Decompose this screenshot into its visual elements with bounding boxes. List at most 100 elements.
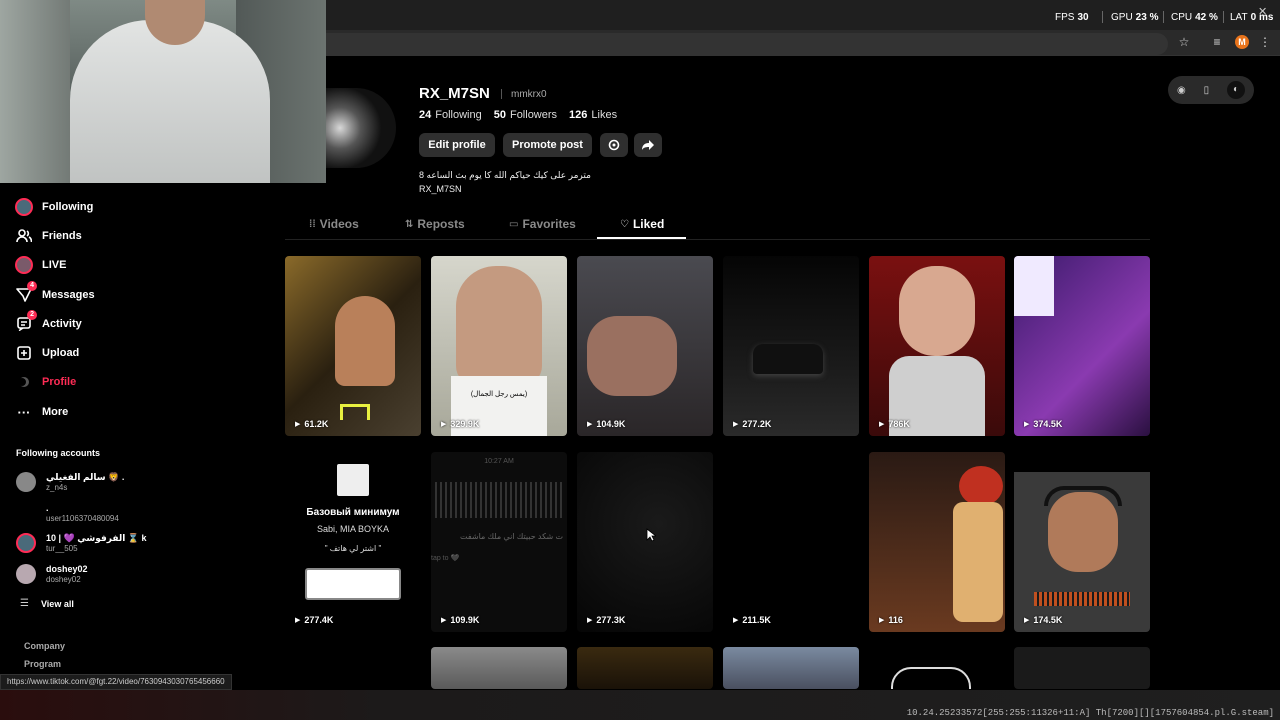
following-account[interactable]: doshey02 doshey02 [16,562,88,586]
video-thumbnail-figure [953,502,1003,622]
video-tile[interactable]: ▶ 786K [869,256,1005,436]
video-thumbnail-figure [335,296,395,386]
video-tile[interactable] [723,647,859,689]
following-account[interactable]: سالم الفغيلي 🦁 . z_n4s [16,470,124,494]
tab-videos[interactable]: ⁞⁞ Videos [309,217,359,231]
following-account[interactable]: 10 | 💜 الفرفوشي ⌛ k tur__505 [16,531,147,555]
sidebar-item-messages[interactable]: 4 Messages [14,281,95,306]
profile-stats: 24 Following 50 Followers 126 Likes [419,109,617,121]
video-tile[interactable]: ▶ 374.5K [1014,256,1150,436]
avatar [16,564,36,584]
star-icon[interactable]: ☆ [1176,34,1192,50]
tab-liked[interactable]: ♡ Liked [620,217,664,231]
dark-mode-icon[interactable]: ◐ [1227,81,1246,99]
chat-time: 10:27 AM [484,458,514,465]
sidebar-item-live[interactable]: LIVE [14,254,66,276]
sidebar-item-label: Messages [42,289,95,301]
song-lyric: " اشتر لي هاتف " [324,544,382,553]
video-tile[interactable]: ▶ 61.2K [285,256,421,436]
avatar [16,533,36,553]
gpu-readout: GPU 23 % [1111,12,1159,23]
account-username: tur__505 [46,543,78,553]
headphones-graphic [1044,486,1122,506]
promote-post-button[interactable]: Promote post [503,133,592,157]
webcam-overlay [0,0,326,183]
browser-profile-avatar[interactable]: M [1235,35,1249,49]
sidebar-item-more[interactable]: ··· More [14,401,69,423]
activity-icon: 2 [14,310,37,334]
video-thumbnail-hair [959,466,1003,506]
video-tile[interactable]: ▶ 174.5K [1014,452,1150,632]
video-tile[interactable]: Базовый минимум Sabi, MIA BOYKA " اشتر ل… [285,452,421,632]
following-account[interactable]: . user1106370480094 [16,501,119,525]
sidebar-item-following[interactable]: Following [14,196,93,218]
divider [501,89,502,99]
play-icon: ▶ [441,421,447,428]
view-all-label: View all [40,598,74,609]
video-tile[interactable]: 10:27 AM ت شكد حبيتك اني ملك ماشفت tap t… [431,452,567,632]
sidebar-item-upload[interactable]: Upload [14,342,79,364]
profile-bio: مترمر على كيك حياكم الله كا يوم بث الساع… [419,168,591,196]
sidebar-item-profile[interactable]: Profile [14,371,76,393]
video-tile[interactable] [431,647,567,689]
song-artist: Sabi, MIA BOYKA [316,524,390,534]
view-count: ▶ 109.9K [441,615,480,625]
video-tile[interactable]: ▶ 277.3K [577,452,713,632]
followers-stat[interactable]: 50 Followers [494,109,557,121]
friends-icon [14,226,34,246]
video-tile[interactable]: ▶ 116 [869,452,1005,632]
profile-icon [14,372,34,392]
view-all-link[interactable]: ☰ View all [20,598,74,609]
video-thumbnail-face [456,266,542,386]
settings-button[interactable] [600,133,628,157]
view-count: ▶ 61.2K [295,419,329,429]
play-icon: ▶ [441,617,447,624]
live-icon [14,255,34,275]
video-tile[interactable] [577,647,713,689]
view-count: ▶ 329.9K [441,419,480,429]
webcam-chair [0,0,70,183]
video-tile[interactable]: ▶ 211.5K [723,452,859,632]
tab-reposts[interactable]: ⇅ Reposts [405,217,465,231]
edit-profile-button[interactable]: Edit profile [419,133,495,157]
tab-favorites[interactable]: ▭ Favorites [509,217,576,231]
phone-icon[interactable]: ▯ [1204,85,1210,96]
sidebar-item-label: Following [42,201,94,213]
playlist-icon[interactable]: ≡ [1209,34,1225,50]
video-tile[interactable]: ▶ 104.9K [577,256,713,436]
sidebar-item-activity[interactable]: 2 Activity [14,310,82,335]
sidebar-item-label: Activity [42,318,82,330]
share-button[interactable] [634,133,662,157]
view-count: ▶ 174.5K [1024,615,1063,625]
account-name: سالم الفغيلي 🦁 . [46,471,125,482]
video-thumbnail-logo [340,404,370,420]
close-icon[interactable]: ✕ [1258,5,1267,18]
following-stat[interactable]: 24 Following [419,109,482,121]
video-tile[interactable]: (يمس رجل الجمال) ▶ 329.9K [431,256,567,436]
sidebar-item-friends[interactable]: Friends [14,225,82,247]
sidebar-item-label: LIVE [42,259,67,271]
view-count: ▶ 211.5K [733,615,771,625]
video-thumbnail-outline [891,667,971,689]
play-icon: ▶ [733,421,739,428]
video-tile[interactable] [1014,647,1150,689]
view-count: ▶ 104.9K [587,419,626,429]
video-caption: (يمس رجل الجمال) [470,391,528,398]
list-icon: ☰ [20,598,29,609]
mouse-cursor-icon [646,528,656,542]
account-name: . [46,502,49,513]
profile-handle: mmkrx0 [511,89,547,100]
play-icon: ▶ [295,421,301,428]
messages-icon: 4 [14,281,37,305]
kebab-menu-icon[interactable]: ⋮ [1257,34,1273,50]
account-name: doshey02 [46,563,88,574]
video-tile[interactable]: ▶ 277.2K [723,256,859,436]
sidebar-item-label: More [42,406,69,418]
account-name: 10 | 💜 الفرفوشي ⌛ k [46,532,147,543]
play-icon: ▶ [879,617,885,624]
video-tile[interactable] [869,647,1005,689]
footer-program-link[interactable]: Program [24,659,61,669]
profile-avatar[interactable] [326,88,396,168]
footer-company-link[interactable]: Company [24,641,65,651]
compass-icon[interactable]: ◉ [1177,85,1186,96]
